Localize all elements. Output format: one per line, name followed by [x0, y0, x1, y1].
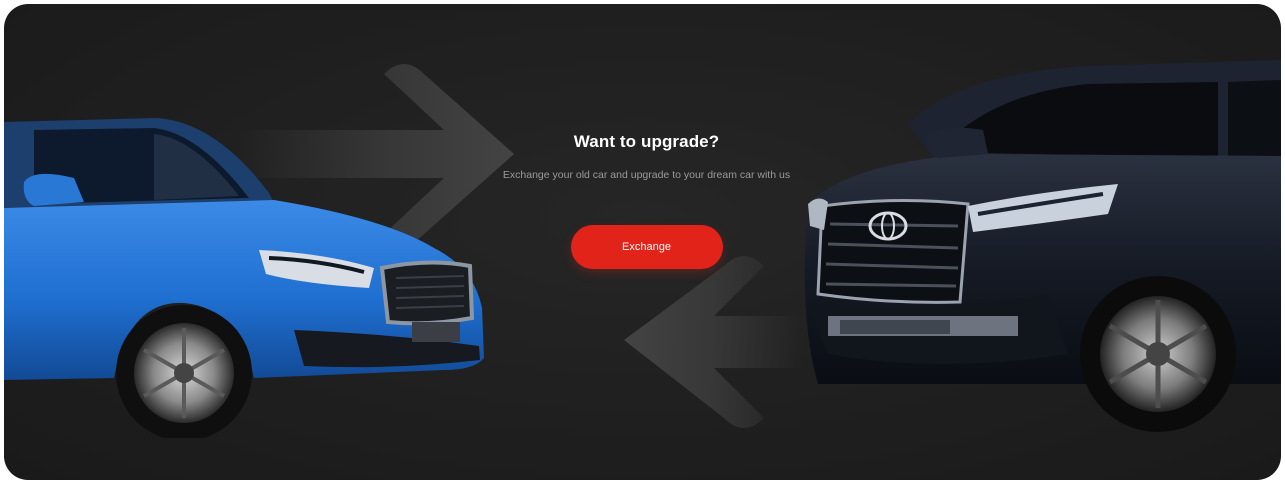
- banner-title: Want to upgrade?: [573, 132, 720, 151]
- upgrade-banner: Want to upgrade? Exchange your old car a…: [4, 4, 1281, 480]
- left-car-image: [4, 118, 484, 438]
- right-car-image: [804, 60, 1281, 432]
- banner-subtitle: Exchange your old car and upgrade to you…: [502, 169, 791, 181]
- exchange-button[interactable]: Exchange: [570, 225, 723, 269]
- upgrade-content: Want to upgrade? Exchange your old car a…: [494, 124, 799, 269]
